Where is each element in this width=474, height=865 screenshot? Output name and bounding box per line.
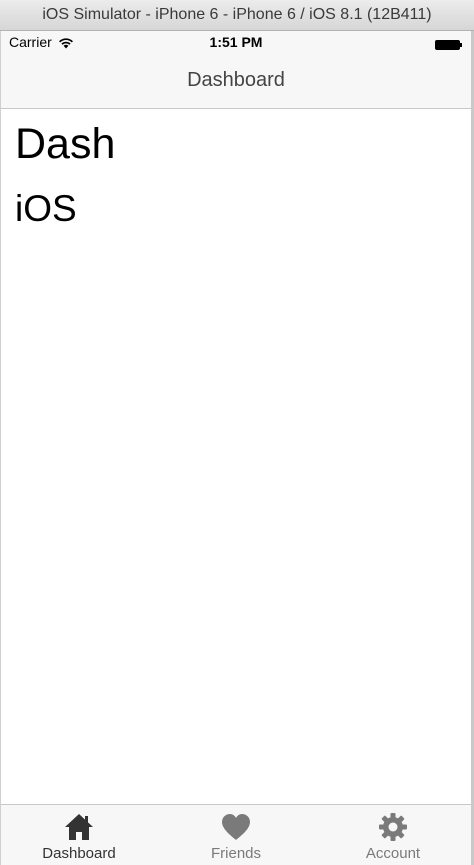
status-time: 1:51 PM	[209, 34, 263, 50]
window-titlebar: iOS Simulator - iPhone 6 - iPhone 6 / iO…	[0, 0, 474, 31]
tab-dashboard[interactable]: Dashboard	[1, 805, 157, 865]
tab-account-label: Account	[365, 845, 421, 862]
window-title: iOS Simulator - iPhone 6 - iPhone 6 / iO…	[42, 6, 432, 23]
page-subheading: iOS	[15, 188, 77, 229]
device-screen: Carrier 1:51 PM Dashboard Dash iOS Dashb…	[0, 31, 474, 865]
tab-friends[interactable]: Friends	[158, 805, 314, 865]
gear-icon	[377, 811, 409, 843]
tab-dashboard-label: Dashboard	[42, 845, 116, 862]
navigation-bar: Dashboard	[1, 53, 471, 109]
battery-icon	[435, 37, 463, 50]
status-bar: Carrier 1:51 PM	[1, 31, 471, 53]
tab-account[interactable]: Account	[315, 805, 471, 865]
tab-friends-label: Friends	[210, 845, 262, 862]
tab-bar: Dashboard Friends Account	[1, 804, 471, 865]
main-content: Dash iOS	[1, 109, 471, 803]
home-icon	[63, 811, 95, 843]
nav-title: Dashboard	[187, 69, 285, 91]
page-heading: Dash	[15, 120, 116, 168]
simulator-window: iOS Simulator - iPhone 6 - iPhone 6 / iO…	[0, 0, 474, 865]
heart-icon	[220, 811, 252, 843]
